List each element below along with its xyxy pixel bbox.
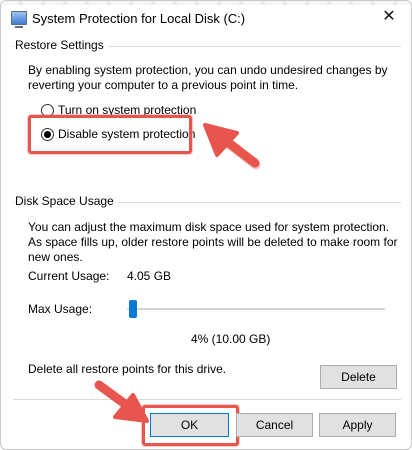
max-usage-slider-track[interactable] xyxy=(127,308,385,310)
restore-settings-description: By enabling system protection, you can u… xyxy=(28,63,388,92)
annotation-highlight-ok xyxy=(142,405,239,446)
max-usage-slider-thumb[interactable] xyxy=(129,300,137,318)
current-usage-label: Current Usage: xyxy=(28,269,110,283)
current-usage-value: 4.05 GB xyxy=(127,269,172,283)
close-button[interactable]: ✕ xyxy=(379,7,399,27)
annotation-arrow-ok-icon xyxy=(94,380,149,423)
disk-space-description: You can adjust the maximum disk space us… xyxy=(28,220,398,264)
delete-restore-points-text: Delete all restore points for this drive… xyxy=(28,362,227,376)
disk-space-heading: Disk Space Usage xyxy=(15,194,118,208)
system-protection-icon xyxy=(11,11,27,28)
annotation-highlight-disable xyxy=(28,115,192,154)
footer-divider xyxy=(13,399,401,400)
cancel-button[interactable]: Cancel xyxy=(236,413,313,437)
annotation-arrow-icon xyxy=(203,123,261,170)
max-usage-value: 4% (10.00 GB) xyxy=(191,332,271,346)
max-usage-label: Max Usage: xyxy=(28,302,93,316)
dialog-window: System Protection for Local Disk (C:) ✕ … xyxy=(0,0,412,450)
delete-button[interactable]: Delete xyxy=(320,365,397,389)
window-title: System Protection for Local Disk (C:) xyxy=(32,11,246,26)
restore-settings-heading: Restore Settings xyxy=(15,38,108,52)
title-bar[interactable]: System Protection for Local Disk (C:) ✕ xyxy=(1,5,411,33)
apply-button[interactable]: Apply xyxy=(319,413,396,437)
